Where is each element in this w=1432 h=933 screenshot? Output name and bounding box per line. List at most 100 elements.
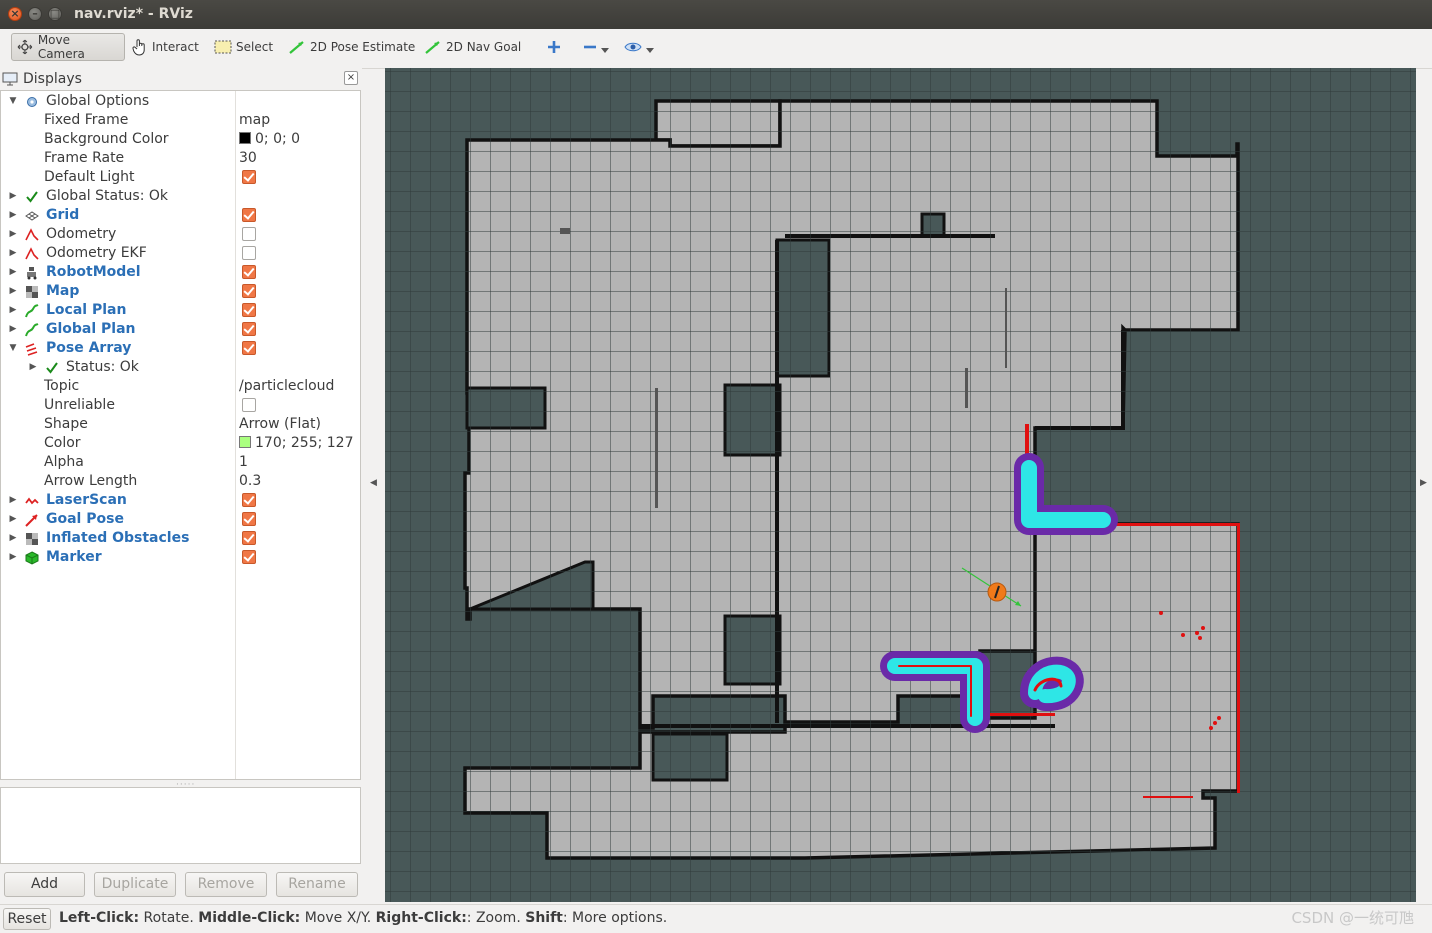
expand-arrow-icon[interactable]: ▶ bbox=[8, 548, 18, 567]
tree-row-shape[interactable]: Shape Arrow (Flat) bbox=[1, 415, 360, 434]
expand-arrow-icon[interactable]: ▶ bbox=[8, 320, 18, 339]
pose-estimate-arrow-icon bbox=[289, 41, 304, 54]
expand-arrow-icon[interactable]: ▶ bbox=[8, 244, 18, 263]
plus-icon bbox=[548, 41, 560, 53]
2d-pose-estimate-tool[interactable]: 2D Pose Estimate bbox=[284, 33, 419, 61]
tree-row-topic[interactable]: Topic /particlecloud bbox=[1, 377, 360, 396]
checkmark-icon bbox=[26, 191, 38, 203]
tree-row-laserscan[interactable]: ▶ LaserScan bbox=[1, 491, 360, 510]
pose-color-swatch bbox=[239, 436, 251, 448]
tree-row-goal-pose[interactable]: ▶ Goal Pose bbox=[1, 510, 360, 529]
tree-row-pose-array-status[interactable]: ▶ Status: Ok bbox=[1, 358, 360, 377]
tree-row-alpha[interactable]: Alpha 1 bbox=[1, 453, 360, 472]
window-maximize-button[interactable]: □ bbox=[48, 7, 62, 21]
expand-arrow-icon[interactable]: ▶ bbox=[8, 225, 18, 244]
view-dropdown[interactable] bbox=[620, 33, 658, 61]
tree-row-robotmodel[interactable]: ▶ RobotModel bbox=[1, 263, 360, 282]
2d-nav-goal-tool[interactable]: 2D Nav Goal bbox=[420, 33, 525, 61]
expand-arrow-icon[interactable]: ▶ bbox=[8, 282, 18, 301]
path-icon bbox=[25, 323, 39, 337]
collapse-right-panel-arrow-icon[interactable]: ▶ bbox=[1420, 478, 1427, 488]
tree-row-odometry-ekf[interactable]: ▶ Odometry EKF bbox=[1, 244, 360, 263]
panel-close-button[interactable]: × bbox=[344, 71, 358, 85]
odometry-icon bbox=[25, 228, 39, 241]
title-bar: × – □ nav.rviz* - RViz bbox=[0, 0, 1432, 29]
watermark: CSDN @一统可虺 bbox=[1291, 909, 1414, 927]
map-checkbox[interactable] bbox=[242, 284, 256, 298]
remove-display-button[interactable]: Remove bbox=[185, 872, 267, 897]
move-camera-icon bbox=[17, 39, 33, 55]
tree-row-marker[interactable]: ▶ Marker bbox=[1, 548, 360, 567]
inflated-obstacles-checkbox[interactable] bbox=[242, 531, 256, 545]
expand-arrow-icon[interactable]: ▶ bbox=[8, 206, 18, 225]
goal-pose-checkbox[interactable] bbox=[242, 512, 256, 526]
eye-icon bbox=[624, 42, 642, 52]
chevron-down-icon bbox=[646, 48, 654, 53]
move-camera-tool[interactable]: Move Camera bbox=[11, 33, 125, 61]
tree-row-fixed-frame[interactable]: Fixed Frame map bbox=[1, 111, 360, 130]
tree-row-inflated-obstacles[interactable]: ▶ Inflated Obstacles bbox=[1, 529, 360, 548]
description-box bbox=[0, 787, 361, 864]
expand-arrow-icon[interactable]: ▶ bbox=[8, 491, 18, 510]
tree-row-unreliable[interactable]: Unreliable bbox=[1, 396, 360, 415]
laserscan-checkbox[interactable] bbox=[242, 493, 256, 507]
checkmark-icon bbox=[46, 362, 58, 374]
tree-row-color[interactable]: Color 170; 255; 127 bbox=[1, 434, 360, 453]
select-tool[interactable]: Select bbox=[210, 33, 277, 61]
interact-tool[interactable]: Interact bbox=[128, 33, 203, 61]
reset-button[interactable]: Reset bbox=[3, 908, 51, 930]
window-close-button[interactable]: × bbox=[8, 7, 22, 21]
window-minimize-button[interactable]: – bbox=[28, 7, 42, 21]
tree-row-global-status[interactable]: ▶ Global Status: Ok bbox=[1, 187, 360, 206]
tree-row-pose-array[interactable]: ▼ Pose Array bbox=[1, 339, 360, 358]
tree-row-global-options[interactable]: ▼ Global Options bbox=[1, 92, 360, 111]
global-plan-checkbox[interactable] bbox=[242, 322, 256, 336]
tree-row-grid[interactable]: ▶ Grid bbox=[1, 206, 360, 225]
local-plan-checkbox[interactable] bbox=[242, 303, 256, 317]
odometry-icon bbox=[25, 247, 39, 260]
status-bar: Reset Left-Click: Rotate. Middle-Click: … bbox=[0, 904, 1432, 933]
unreliable-checkbox[interactable] bbox=[242, 398, 256, 412]
displays-panel-header: Displays × bbox=[2, 68, 360, 89]
expand-arrow-icon[interactable]: ▼ bbox=[8, 339, 18, 358]
robotmodel-checkbox[interactable] bbox=[242, 265, 256, 279]
tree-row-odometry[interactable]: ▶ Odometry bbox=[1, 225, 360, 244]
grid-checkbox[interactable] bbox=[242, 208, 256, 222]
nav-goal-arrow-icon bbox=[425, 41, 440, 54]
rename-display-button[interactable]: Rename bbox=[276, 872, 358, 897]
tree-row-frame-rate[interactable]: Frame Rate 30 bbox=[1, 149, 360, 168]
pose-array-checkbox[interactable] bbox=[242, 341, 256, 355]
tree-row-background-color[interactable]: Background Color 0; 0; 0 bbox=[1, 130, 360, 149]
add-tool-button[interactable] bbox=[543, 33, 565, 61]
expand-arrow-icon[interactable]: ▶ bbox=[8, 301, 18, 320]
remove-tool-dropdown[interactable] bbox=[579, 33, 613, 61]
minus-icon bbox=[584, 45, 596, 49]
tree-row-global-plan[interactable]: ▶ Global Plan bbox=[1, 320, 360, 339]
tree-row-local-plan[interactable]: ▶ Local Plan bbox=[1, 301, 360, 320]
expand-arrow-icon[interactable]: ▶ bbox=[8, 510, 18, 529]
add-display-button[interactable]: Add bbox=[4, 872, 85, 897]
expand-arrow-icon[interactable]: ▶ bbox=[28, 358, 38, 377]
gear-icon bbox=[27, 97, 37, 107]
tree-row-arrow-length[interactable]: Arrow Length 0.3 bbox=[1, 472, 360, 491]
default-light-checkbox[interactable] bbox=[242, 170, 256, 184]
marker-cube-icon bbox=[25, 551, 39, 565]
map-render bbox=[385, 68, 1416, 902]
collapse-left-panel-arrow-icon[interactable]: ◀ bbox=[370, 478, 377, 488]
goal-pose-arrow-icon bbox=[25, 514, 38, 527]
odometry-checkbox[interactable] bbox=[242, 227, 256, 241]
tree-row-default-light[interactable]: Default Light bbox=[1, 168, 360, 187]
displays-panel: Displays × ▼ Global Options Fixed Frame … bbox=[0, 68, 362, 904]
tree-row-map[interactable]: ▶ Map bbox=[1, 282, 360, 301]
monitor-icon bbox=[2, 72, 18, 85]
marker-checkbox[interactable] bbox=[242, 550, 256, 564]
3d-viewport[interactable] bbox=[385, 68, 1416, 902]
expand-arrow-icon[interactable]: ▶ bbox=[8, 529, 18, 548]
odometry-ekf-checkbox[interactable] bbox=[242, 246, 256, 260]
duplicate-display-button[interactable]: Duplicate bbox=[94, 872, 176, 897]
expand-arrow-icon[interactable]: ▼ bbox=[8, 92, 18, 111]
expand-arrow-icon[interactable]: ▶ bbox=[8, 187, 18, 206]
path-icon bbox=[25, 304, 39, 318]
expand-arrow-icon[interactable]: ▶ bbox=[8, 263, 18, 282]
laserscan-icon bbox=[25, 497, 39, 505]
